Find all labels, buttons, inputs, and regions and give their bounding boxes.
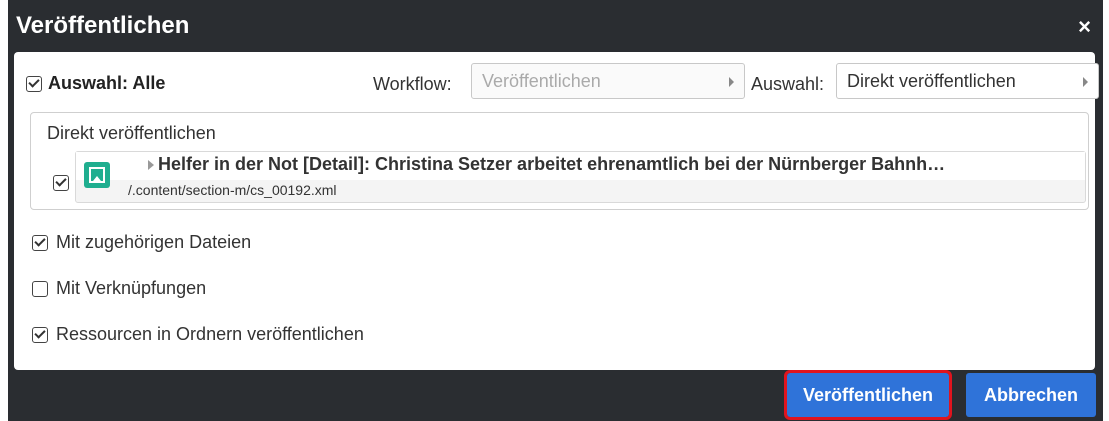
dialog-content: Auswahl: Alle Workflow: Veröffentlichen … bbox=[14, 52, 1099, 370]
item-checkbox[interactable] bbox=[53, 175, 69, 191]
dialog-titlebar: Veröffentlichen × bbox=[8, 0, 1103, 52]
option-label: Ressourcen in Ordnern veröffentlichen bbox=[56, 324, 364, 344]
option-related-files[interactable]: Mit zugehörigen Dateien bbox=[32, 232, 251, 253]
workflow-select[interactable]: Veröffentlichen bbox=[471, 63, 745, 99]
option-label: Mit zugehörigen Dateien bbox=[56, 232, 252, 252]
resource-path: /.content/section-m/cs_00192.xml bbox=[128, 182, 337, 198]
auswahl-select-value: Direkt veröffentlichen bbox=[847, 71, 1016, 91]
resource-title: Helfer in der Not [Detail]: Christina Se… bbox=[158, 154, 946, 174]
publish-dialog: Veröffentlichen × Auswahl: Alle Workflow… bbox=[8, 0, 1103, 421]
auswahl-label: Auswahl: bbox=[751, 74, 825, 94]
cancel-button[interactable]: Abbrechen bbox=[966, 373, 1096, 417]
option-publish-in-folders[interactable]: Ressourcen in Ordnern veröffentlichen bbox=[32, 324, 364, 345]
selection-row: Auswahl: Alle Workflow: Veröffentlichen … bbox=[26, 63, 1099, 100]
select-all-checkbox-box[interactable] bbox=[26, 75, 42, 92]
chevron-right-icon bbox=[729, 77, 734, 87]
resource-item[interactable]: Helfer in der Not [Detail]: Christina Se… bbox=[75, 151, 1086, 203]
publish-button[interactable]: Veröffentlichen bbox=[784, 370, 952, 420]
publish-group: Direkt veröffentlichen Helfer in der Not… bbox=[30, 112, 1089, 210]
select-all-label: Auswahl: Alle bbox=[48, 73, 166, 93]
expand-arrow-icon[interactable] bbox=[148, 160, 154, 170]
option-related-files-checkbox[interactable] bbox=[32, 234, 48, 251]
chevron-right-icon bbox=[1083, 77, 1088, 87]
workflow-label: Workflow: bbox=[373, 74, 452, 94]
option-links[interactable]: Mit Verknüpfungen bbox=[32, 278, 206, 299]
select-all-checkbox[interactable]: Auswahl: Alle bbox=[26, 73, 165, 94]
close-icon[interactable]: × bbox=[1078, 14, 1091, 40]
dialog-title: Veröffentlichen bbox=[16, 12, 190, 39]
group-title: Direkt veröffentlichen bbox=[47, 123, 216, 143]
option-label: Mit Verknüpfungen bbox=[56, 278, 207, 298]
option-links-checkbox[interactable] bbox=[32, 280, 48, 297]
workflow-select-value: Veröffentlichen bbox=[482, 71, 601, 91]
option-publish-in-folders-checkbox[interactable] bbox=[32, 326, 48, 343]
resource-image-icon bbox=[84, 162, 110, 188]
auswahl-select[interactable]: Direkt veröffentlichen bbox=[836, 63, 1099, 99]
